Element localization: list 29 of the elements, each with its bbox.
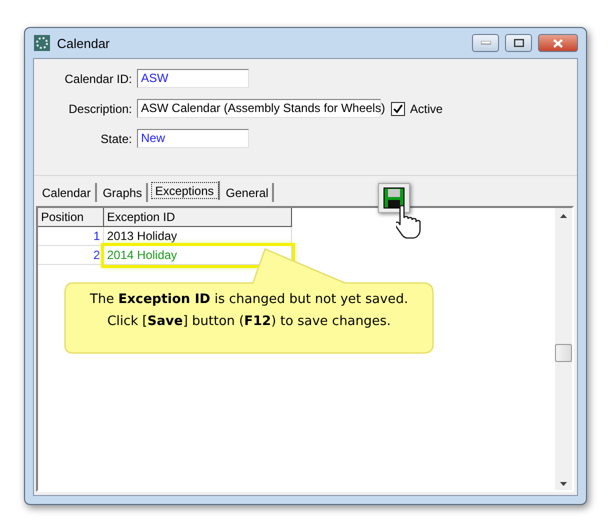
tab[interactable]: Exceptions [150,181,220,200]
save-button[interactable] [378,183,410,213]
checkbox-label: Active [410,102,443,116]
maximize-icon [514,39,524,47]
table-cell: 2 [38,246,104,265]
minimize-icon [480,41,490,45]
callout-text: Click [Save] button (F12) to save changes. [106,313,392,331]
scroll-thumb[interactable] [555,344,572,362]
window-title: Calendar [57,36,111,50]
column-header[interactable]: Position [38,208,104,227]
table-cell: 2014 Holiday [104,246,292,265]
scroll-up-icon[interactable] [560,214,567,218]
calendar-id-field[interactable]: ASW [137,69,249,88]
maximize-button[interactable] [505,34,532,52]
table-cell: 2013 Holiday [104,227,292,246]
close-icon [553,38,563,48]
table-cell: 1 [38,227,104,246]
scrollbar[interactable] [555,208,572,490]
column-header[interactable]: Exception ID [104,208,292,227]
close-button[interactable] [538,34,578,52]
field-label: Description: [68,102,133,116]
active-checkbox[interactable] [391,102,405,116]
callout-text: The Exception ID is changed but not yet saved. [88,291,410,309]
minimize-button[interactable] [472,34,499,52]
scroll-down-icon[interactable] [560,482,567,486]
field-label: Calendar ID: [64,72,133,86]
state-field[interactable]: New [137,129,249,148]
field-label: State: [100,132,133,146]
calendar-app-icon [33,34,51,52]
